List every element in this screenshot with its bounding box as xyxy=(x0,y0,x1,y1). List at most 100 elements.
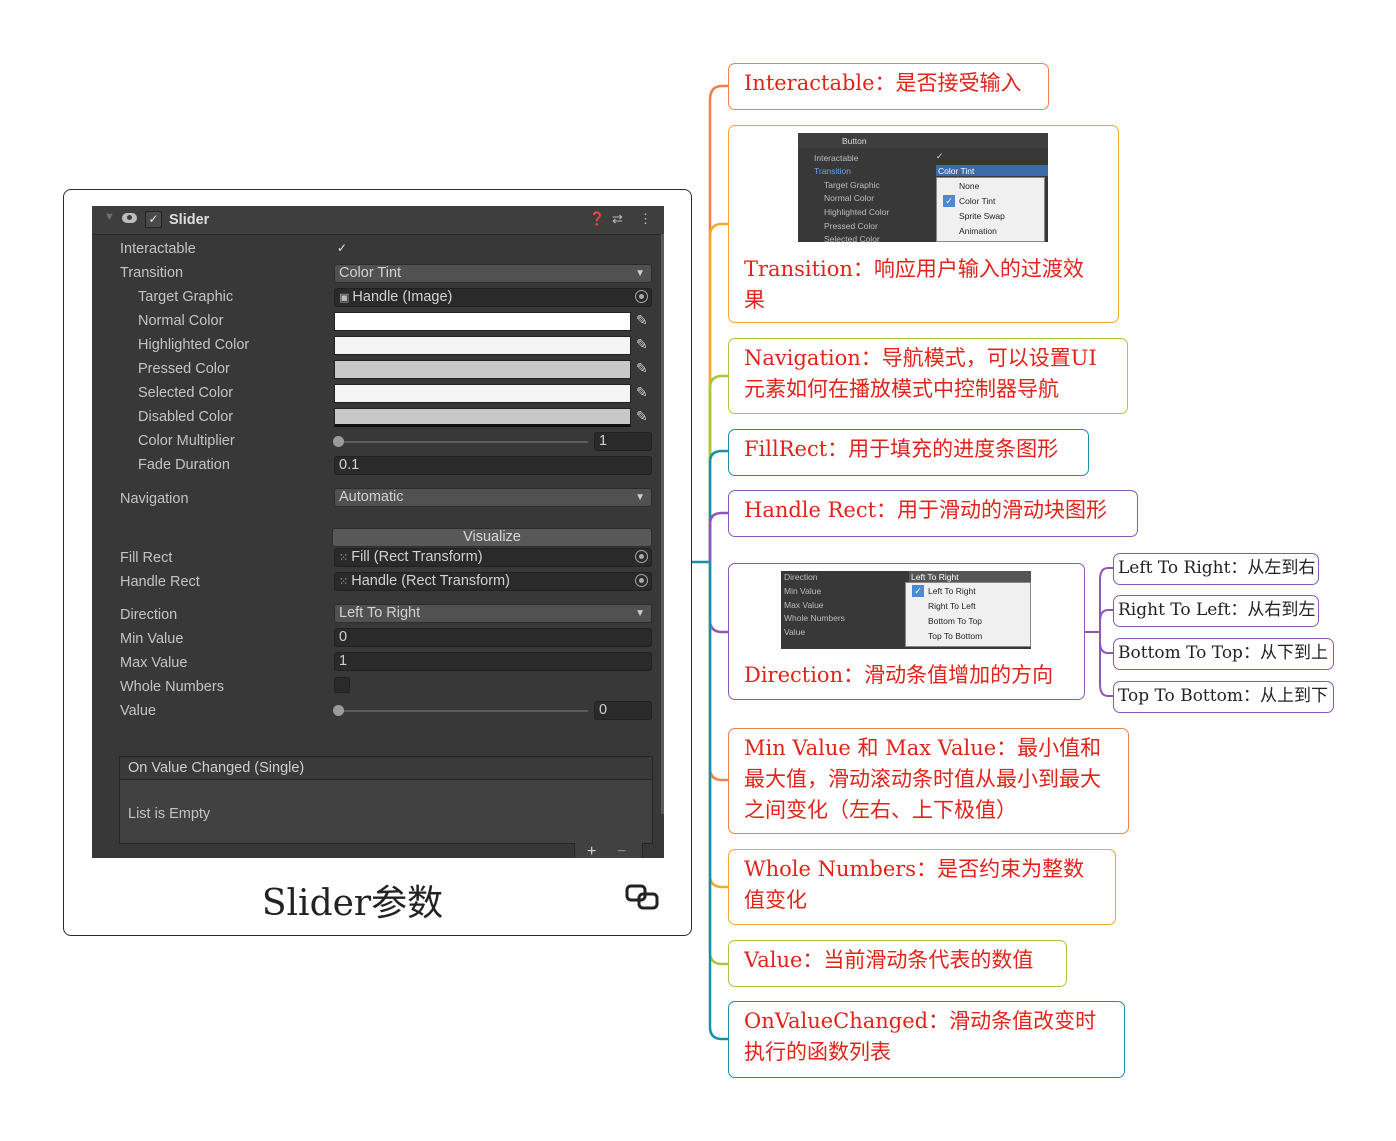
scrollbar[interactable] xyxy=(661,234,664,814)
mini-option[interactable]: Animation xyxy=(959,226,997,236)
label-normal-color: Normal Color xyxy=(138,313,224,329)
eyedropper-icon[interactable]: ✎ xyxy=(636,336,650,352)
leaf-top-to-bottom: Top To Bottom：从上到下 xyxy=(1113,681,1334,713)
mini-option[interactable]: Left To Right xyxy=(928,586,976,596)
selected-color-swatch[interactable] xyxy=(334,384,631,403)
value-input[interactable]: 0 xyxy=(594,701,652,720)
link-icon[interactable] xyxy=(625,882,663,912)
mini-checkmark-icon: ✓ xyxy=(936,151,944,161)
label-navigation: Navigation xyxy=(120,491,189,507)
dropdown-arrow-icon: ▼ xyxy=(635,268,645,279)
mini-direction-popup: ✓ Left To Right Right To Left Bottom To … xyxy=(905,582,1031,647)
remove-listener-button[interactable]: − xyxy=(617,843,626,858)
color-multiplier-input[interactable]: 1 xyxy=(594,432,652,451)
navigation-value: Automatic xyxy=(339,489,404,505)
image-icon: ▣ xyxy=(339,292,350,304)
component-enabled-checkbox[interactable]: ✓ xyxy=(145,211,162,228)
eyedropper-icon[interactable]: ✎ xyxy=(636,384,650,400)
mini-option[interactable]: Right To Left xyxy=(928,601,976,611)
object-picker-icon[interactable] xyxy=(635,290,648,303)
node-direction-text: Direction：滑动条值增加的方向 xyxy=(744,663,1054,687)
mini-button-inspector: Button Interactable ✓ Transition Color T… xyxy=(798,133,1048,242)
interactable-checkbox[interactable]: ✓ xyxy=(334,240,350,256)
label-value: Value xyxy=(120,703,157,719)
node-onvaluechanged: OnValueChanged：滑动条值改变时执行的函数列表 xyxy=(728,1001,1125,1078)
mini-option[interactable]: Color Tint xyxy=(959,196,995,206)
fold-arrow-icon[interactable]: ▼ xyxy=(104,211,115,223)
color-multiplier-slider-track[interactable] xyxy=(340,441,588,443)
whole-numbers-checkbox[interactable] xyxy=(334,677,350,693)
label-transition: Transition xyxy=(120,265,184,281)
label-selected-color: Selected Color xyxy=(138,385,234,401)
mini-normal-color: Normal Color xyxy=(824,193,875,203)
eyedropper-icon[interactable]: ✎ xyxy=(636,312,650,328)
node-whole-numbers: Whole Numbers：是否约束为整数值变化 xyxy=(728,849,1116,925)
component-header[interactable]: ▼ ✓ Slider ❓ ⇄ ⋮ xyxy=(92,206,664,235)
mini-selected-value: Color Tint xyxy=(938,166,975,176)
eyedropper-icon[interactable]: ✎ xyxy=(636,360,650,376)
mini-option[interactable]: Sprite Swap xyxy=(959,211,1005,221)
label-max-value: Max Value xyxy=(120,655,188,671)
fill-rect-field[interactable]: ⁙ Fill (Rect Transform) xyxy=(334,548,652,567)
disabled-color-swatch[interactable] xyxy=(334,408,631,427)
handle-rect-field[interactable]: ⁙ Handle (Rect Transform) xyxy=(334,572,652,591)
target-graphic-field[interactable]: ▣ Handle (Image) xyxy=(334,288,652,307)
handle-rect-value: Handle (Rect Transform) xyxy=(351,573,510,589)
rect-transform-icon: ⁙ xyxy=(339,552,349,564)
object-picker-icon[interactable] xyxy=(635,550,648,563)
object-picker-icon[interactable] xyxy=(635,574,648,587)
mini-pressed-color: Pressed Color xyxy=(824,221,878,231)
help-icon[interactable]: ❓ xyxy=(589,211,605,227)
mini-max-value: Max Value xyxy=(784,600,824,610)
target-graphic-value: Handle (Image) xyxy=(352,289,453,305)
node-handlerect: Handle Rect：用于滑动的滑动块图形 xyxy=(728,490,1138,537)
card-caption: Slider参数 xyxy=(261,883,444,924)
mini-popup-menu: None ✓ Color Tint Sprite Swap Animation xyxy=(936,177,1045,242)
presets-icon[interactable]: ⇄ xyxy=(612,211,623,227)
mini-option[interactable]: None xyxy=(959,181,979,191)
mini-direction: Direction xyxy=(784,572,818,582)
label-min-value: Min Value xyxy=(120,631,184,647)
min-value-input[interactable]: 0 xyxy=(334,628,652,647)
more-menu-icon[interactable]: ⋮ xyxy=(639,211,652,227)
add-listener-button[interactable]: + xyxy=(587,843,596,858)
pressed-color-swatch[interactable] xyxy=(334,360,631,379)
label-direction: Direction xyxy=(120,607,178,623)
navigation-dropdown[interactable]: Automatic ▼ xyxy=(334,488,652,507)
label-highlighted-color: Highlighted Color xyxy=(138,337,250,353)
node-minmax: Min Value 和 Max Value：最小值和最大值，滑动滚动条时值从最小… xyxy=(728,728,1129,834)
label-target-graphic: Target Graphic xyxy=(138,289,234,305)
eyedropper-icon[interactable]: ✎ xyxy=(636,408,650,424)
leaf-right-to-left: Right To Left：从右到左 xyxy=(1113,595,1319,627)
label-interactable: Interactable xyxy=(120,241,196,257)
fill-rect-value: Fill (Rect Transform) xyxy=(351,549,483,565)
direction-dropdown[interactable]: Left To Right ▼ xyxy=(334,604,652,623)
node-transition-text: Transition：响应用户输入的过渡效果 xyxy=(744,257,1084,312)
highlighted-color-swatch[interactable] xyxy=(334,336,631,355)
mini-direction-inspector: Direction Left To Right Min Value Max Va… xyxy=(781,571,1031,649)
value-slider-knob[interactable] xyxy=(333,705,344,716)
event-header: On Value Changed (Single) xyxy=(120,757,652,780)
mini-option[interactable]: Top To Bottom xyxy=(928,631,982,641)
node-value: Value：当前滑动条代表的数值 xyxy=(728,940,1067,987)
component-title: Slider xyxy=(169,212,210,228)
mini-selected-color: Selected Color xyxy=(824,234,880,242)
transition-dropdown[interactable]: Color Tint ▼ xyxy=(334,264,652,283)
fade-duration-input[interactable]: 0.1 xyxy=(334,456,652,475)
node-navigation: Navigation：导航模式，可以设置UI元素如何在播放模式中控制器导航 xyxy=(728,338,1128,414)
slider-card: ▼ ✓ Slider ❓ ⇄ ⋮ Interactable ✓ Transiti… xyxy=(63,189,692,936)
color-multiplier-slider-knob[interactable] xyxy=(333,436,344,447)
label-pressed-color: Pressed Color xyxy=(138,361,230,377)
value-slider-track[interactable] xyxy=(340,710,588,712)
rect-transform-icon: ⁙ xyxy=(339,576,349,588)
event-list-empty: List is Empty xyxy=(128,806,211,822)
mini-direction-value: Left To Right xyxy=(911,572,959,582)
max-value-input[interactable]: 1 xyxy=(334,652,652,671)
dropdown-arrow-icon: ▼ xyxy=(635,608,645,619)
label-handle-rect: Handle Rect xyxy=(120,574,200,590)
normal-color-swatch[interactable] xyxy=(334,312,631,331)
mini-option[interactable]: Bottom To Top xyxy=(928,616,982,626)
visualize-button[interactable]: Visualize xyxy=(332,528,652,547)
mini-interactable: Interactable xyxy=(814,153,859,163)
mini-target-graphic: Target Graphic xyxy=(824,180,880,190)
